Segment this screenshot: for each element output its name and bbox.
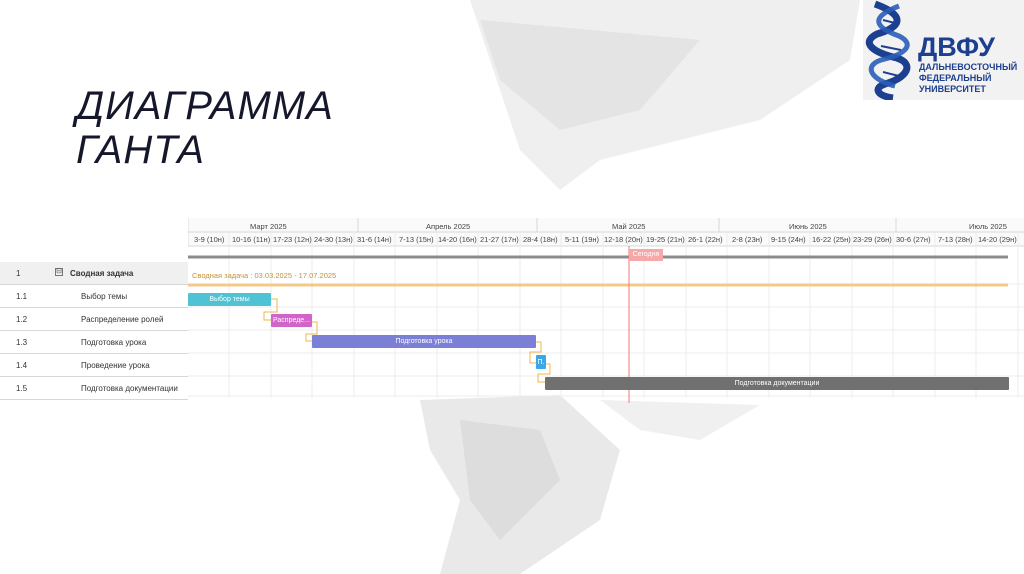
task-number: 1.5	[16, 384, 28, 393]
task-grid: 1 ⊟ Сводная задача 1.1 Выбор темы 1.2 Ра…	[0, 218, 188, 403]
task-bar-select-topic[interactable]: Выбор темы	[188, 296, 271, 303]
gantt-chart: 1 ⊟ Сводная задача 1.1 Выбор темы 1.2 Ра…	[0, 218, 1024, 403]
task-bar-lesson-prep[interactable]: Подготовка урока	[312, 338, 536, 345]
month-label: Март 2025	[250, 222, 287, 231]
week-label: 24-30 (13н)	[314, 235, 353, 244]
timeline-grid	[188, 218, 1024, 403]
week-label: 7-13 (28н)	[938, 235, 973, 244]
logo-line1: ДАЛЬНЕВОСТОЧНЫЙ	[919, 62, 1018, 72]
week-label: 14-20 (29н)	[978, 235, 1017, 244]
task-row[interactable]: 1.4 Проведение урока	[0, 354, 188, 377]
task-name: Подготовка урока	[81, 338, 147, 347]
task-name: Сводная задача	[70, 269, 134, 278]
task-number: 1.4	[16, 361, 28, 370]
task-row[interactable]: 1.1 Выбор темы	[0, 285, 188, 308]
task-number: 1	[16, 269, 21, 278]
collapse-toggle-icon[interactable]: ⊟	[55, 268, 63, 276]
week-label: 12-18 (20н)	[604, 235, 643, 244]
month-label: Май 2025	[612, 222, 646, 231]
slide-title-line1: ДИАГРАММА	[76, 84, 334, 128]
dna-helix-icon	[865, 0, 911, 100]
week-label: 26-1 (22н)	[688, 235, 723, 244]
week-label: 30-6 (27н)	[896, 235, 931, 244]
task-row[interactable]: 1.3 Подготовка урока	[0, 331, 188, 354]
task-bar-role-distribution[interactable]: Распреде...	[271, 317, 312, 324]
week-label: 16-22 (25н)	[812, 235, 851, 244]
task-row[interactable]: 1.2 Распределение ролей	[0, 308, 188, 331]
week-label: 3-9 (10н)	[194, 235, 225, 244]
logo-line3: УНИВЕРСИТЕТ	[919, 84, 986, 94]
month-label: Июль 2025	[969, 222, 1007, 231]
task-number: 1.3	[16, 338, 28, 347]
week-label: 2-8 (23н)	[732, 235, 763, 244]
timeline-area: Март 2025 Апрель 2025 Май 2025 Июнь 2025…	[188, 218, 1024, 403]
week-label: 7-13 (15н)	[399, 235, 434, 244]
logo-abbreviation: ДВФУ	[918, 32, 995, 62]
task-name: Распределение ролей	[81, 315, 164, 324]
week-label: 17-23 (12н)	[273, 235, 312, 244]
task-bar-lesson-conduct[interactable]: П.	[536, 359, 546, 366]
task-name: Проведение урока	[81, 361, 150, 370]
week-label: 28-4 (18н)	[523, 235, 558, 244]
task-name: Выбор темы	[81, 292, 128, 301]
task-row[interactable]: 1.5 Подготовка документации	[0, 377, 188, 400]
week-label: 10-16 (11н)	[232, 235, 271, 244]
summary-task-bar-label[interactable]: Сводная задача : 03.03.2025 - 17.07.2025	[192, 271, 336, 280]
week-label: 31-6 (14н)	[357, 235, 392, 244]
today-marker: Сегодня	[629, 249, 663, 261]
week-label: 21-27 (17н)	[480, 235, 519, 244]
logo-line2: ФЕДЕРАЛЬНЫЙ	[919, 73, 992, 83]
task-bar-documentation[interactable]: Подготовка документации	[545, 380, 1009, 387]
university-logo: ДВФУ ДАЛЬНЕВОСТОЧНЫЙ ФЕДЕРАЛЬНЫЙ УНИВЕРС…	[863, 0, 1024, 100]
week-label: 19-25 (21н)	[646, 235, 685, 244]
task-name: Подготовка документации	[81, 384, 178, 393]
week-label: 14-20 (16н)	[438, 235, 477, 244]
task-number: 1.2	[16, 315, 28, 324]
month-label: Июнь 2025	[789, 222, 827, 231]
month-label: Апрель 2025	[426, 222, 471, 231]
week-label: 23-29 (26н)	[853, 235, 892, 244]
slide-title: ДИАГРАММА ГАНТА	[76, 84, 334, 172]
task-number: 1.1	[16, 292, 28, 301]
task-row-summary[interactable]: 1 ⊟ Сводная задача	[0, 262, 188, 285]
week-label: 5-11 (19н)	[565, 235, 600, 244]
week-label: 9-15 (24н)	[771, 235, 806, 244]
slide-title-line2: ГАНТА	[76, 128, 205, 172]
